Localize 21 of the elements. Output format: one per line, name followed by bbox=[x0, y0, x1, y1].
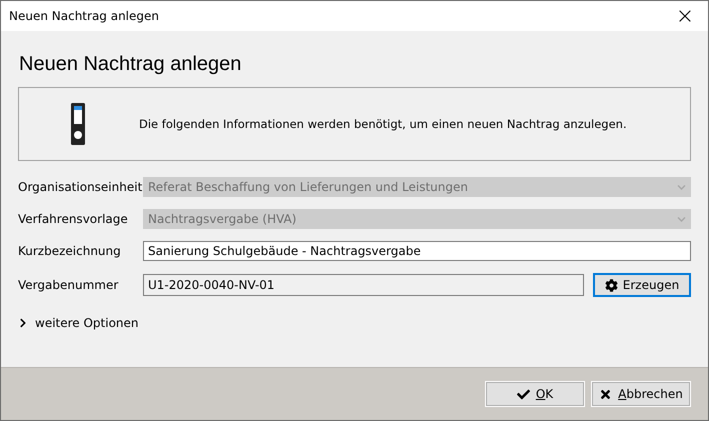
close-button[interactable]: × bbox=[662, 1, 708, 31]
generate-button[interactable]: Erzeugen bbox=[593, 273, 691, 297]
input-field[interactable]: U1-2020-0040-NV-01 bbox=[143, 274, 584, 296]
gear-icon bbox=[604, 278, 618, 292]
input-field[interactable]: Sanierung Schulgebäude - Nachtragsvergabe bbox=[143, 241, 691, 261]
info-text: Die folgenden Informationen werden benötigt, um einen neuen Nachtrag anzulegen. bbox=[139, 117, 627, 131]
chevron-down-icon bbox=[677, 214, 686, 224]
close-icon bbox=[599, 388, 612, 400]
dialog-heading: Neuen Nachtrag anlegen bbox=[19, 53, 242, 76]
field-label: Organisationseinheit bbox=[18, 180, 143, 194]
chevron-down-icon bbox=[677, 182, 686, 192]
cancel-button[interactable]: Abbrechen bbox=[592, 382, 690, 406]
field-label: Kurzbezeichnung bbox=[18, 244, 122, 258]
chevron-right-icon bbox=[18, 318, 28, 328]
window-title: Neuen Nachtrag anlegen bbox=[9, 9, 160, 23]
ok-button[interactable]: OK bbox=[486, 382, 584, 406]
check-icon bbox=[516, 388, 530, 400]
more-options-toggle[interactable]: weitere Optionen bbox=[18, 316, 139, 330]
field-label: Verfahrensvorlage bbox=[18, 212, 129, 226]
binder-icon bbox=[71, 103, 85, 145]
field-label: Vergabenummer bbox=[18, 278, 120, 292]
